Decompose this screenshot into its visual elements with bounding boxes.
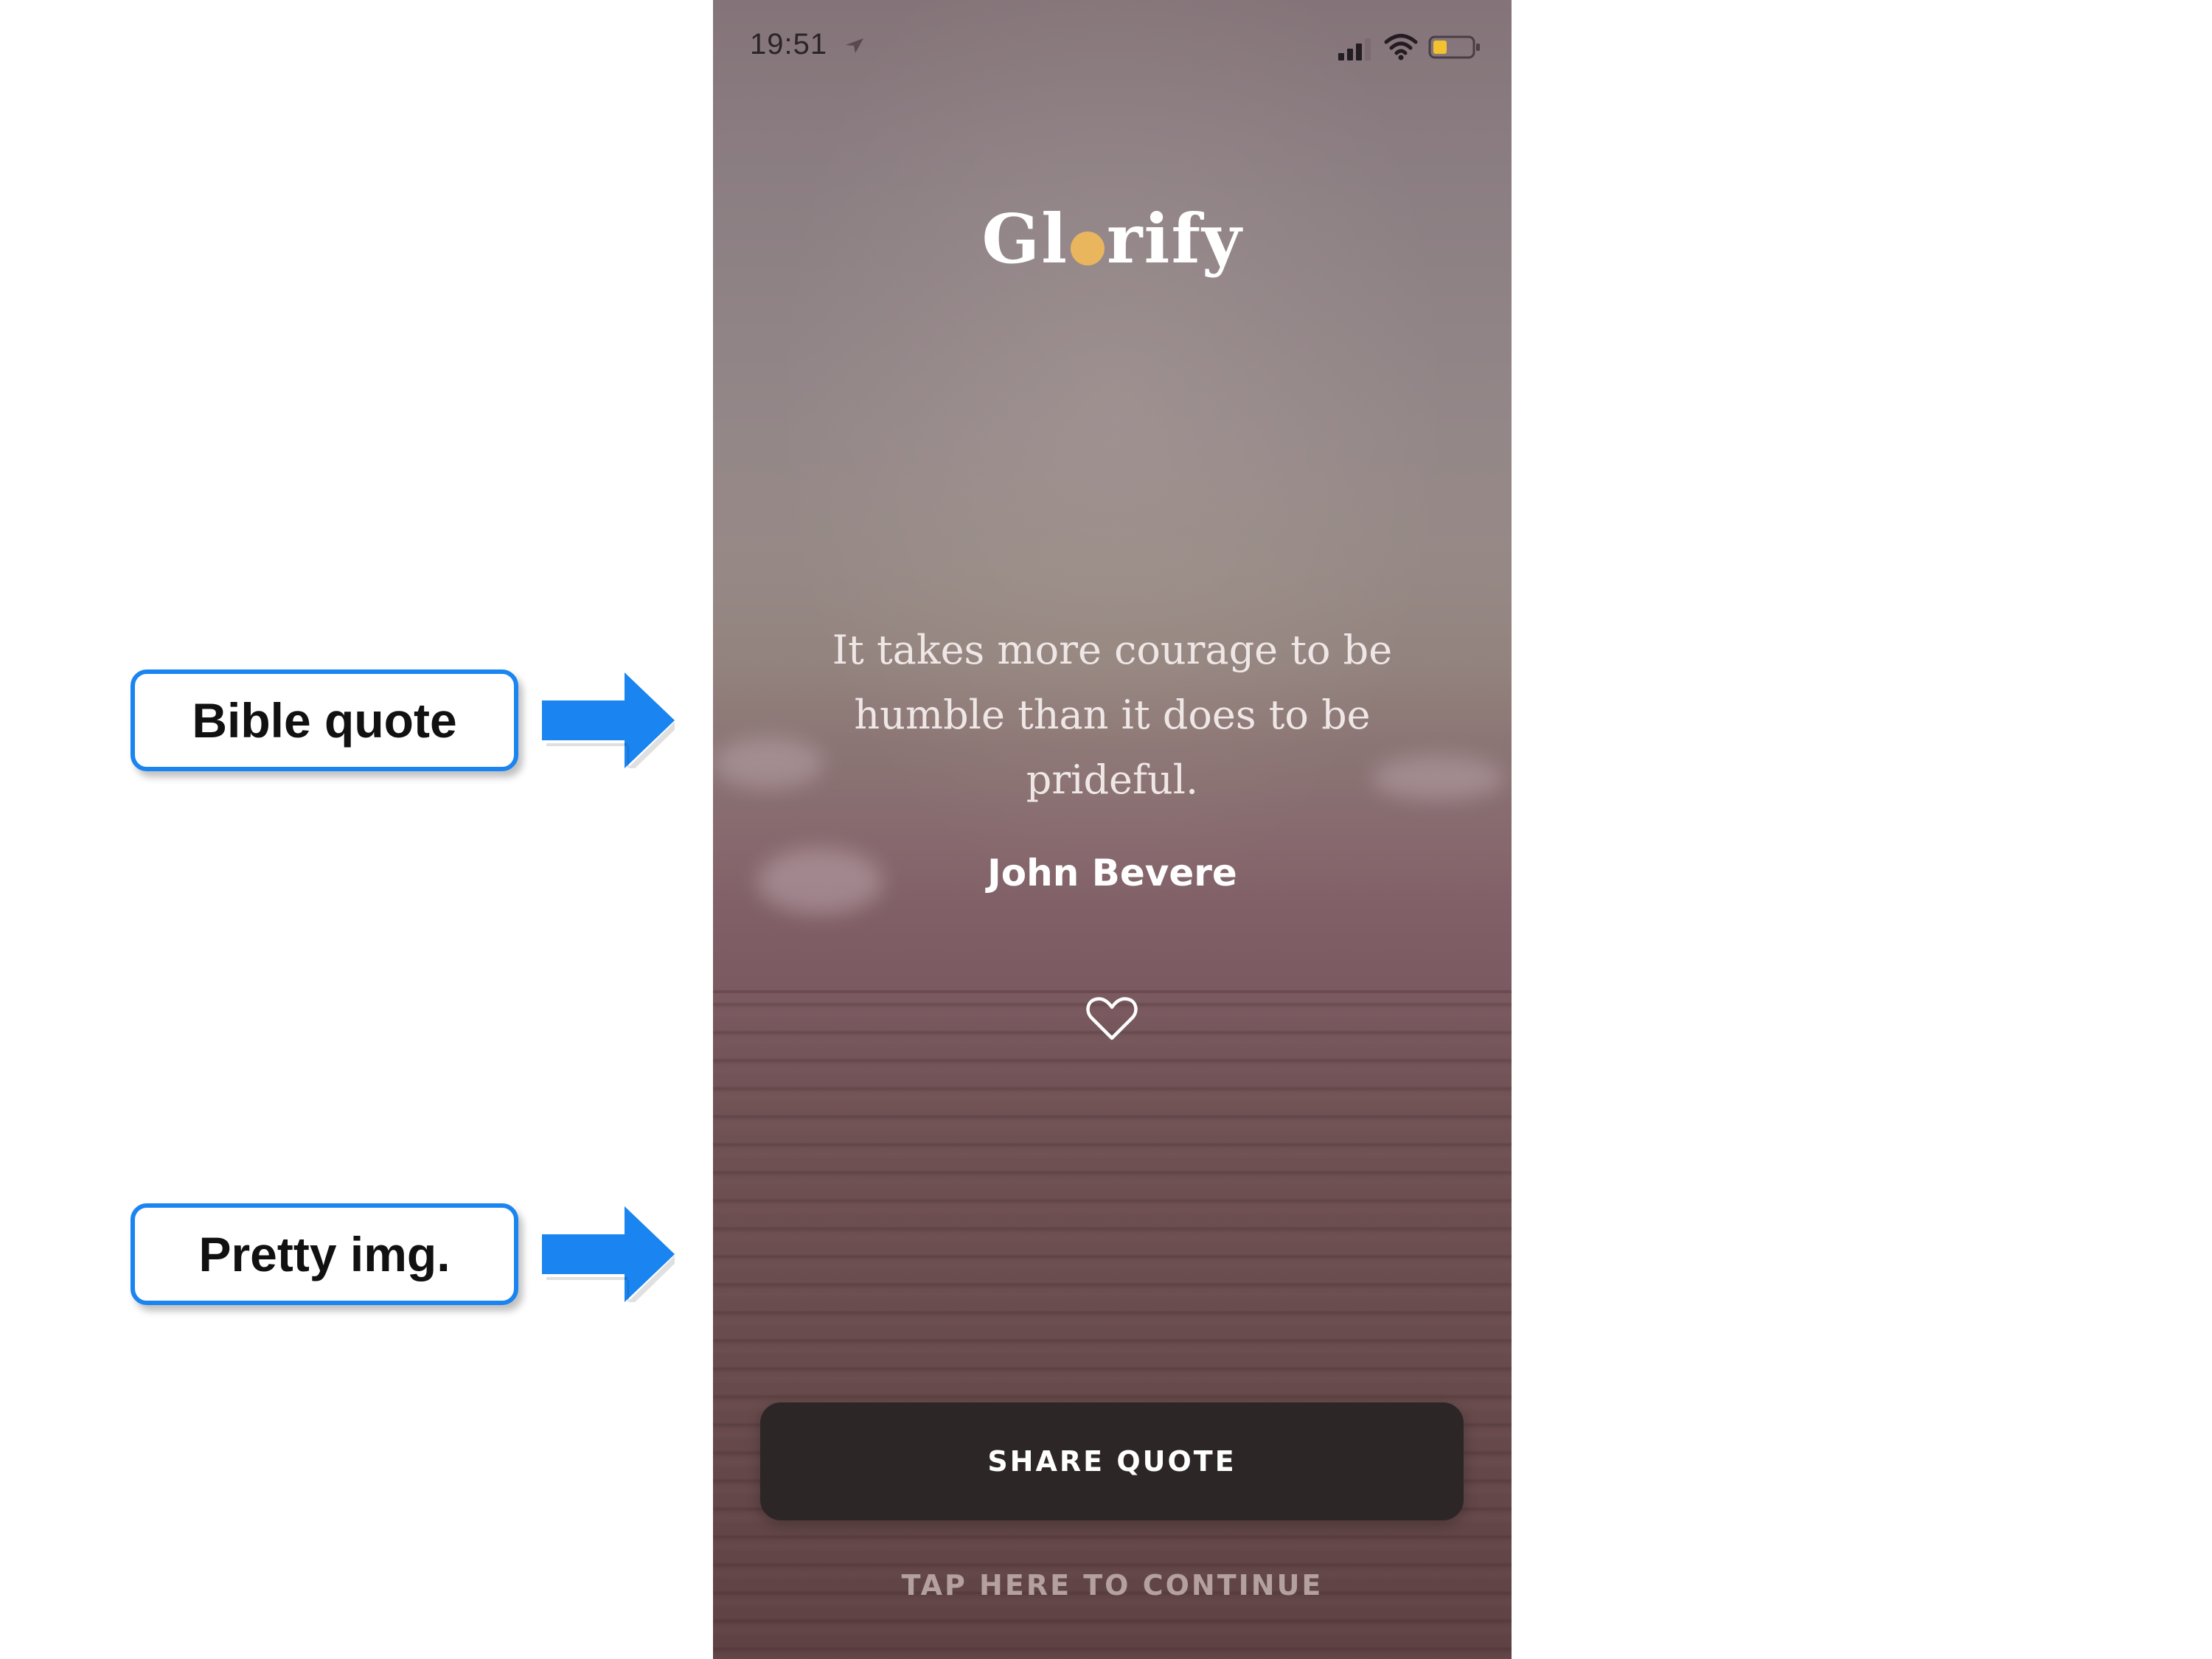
heart-outline-icon[interactable]	[1085, 995, 1138, 1043]
quote-author: John Bevere	[987, 852, 1237, 894]
status-time: 19:51	[750, 28, 828, 60]
logo-text-end: rify	[1107, 199, 1243, 279]
annotated-screenshot: Bible quote Pretty img. 19:51 Gl rify It…	[0, 0, 2212, 1659]
status-bar: 19:51	[713, 0, 1512, 96]
arrow-right-icon	[542, 672, 675, 768]
bible-quote-callout: Bible quote	[131, 669, 518, 771]
wifi-icon	[1384, 34, 1418, 60]
share-quote-button[interactable]: SHARE QUOTE	[760, 1402, 1464, 1520]
pretty-img-callout: Pretty img.	[131, 1203, 518, 1305]
battery-icon	[1428, 35, 1480, 59]
arrow-right-icon	[542, 1206, 675, 1302]
share-quote-label: SHARE QUOTE	[987, 1445, 1237, 1478]
logo-sun-dot-icon	[1071, 232, 1105, 265]
cellular-signal-icon	[1338, 38, 1371, 60]
logo-text-start: Gl	[981, 199, 1069, 279]
tap-to-continue-link[interactable]: TAP HERE TO CONTINUE	[713, 1569, 1512, 1601]
app-logo: Gl rify	[713, 199, 1512, 279]
phone-screen: 19:51 Gl rify It takes more courage to b…	[713, 0, 1512, 1659]
quote-text: It takes more courage to be humble than …	[832, 627, 1393, 803]
background-sea-image	[713, 992, 1512, 1659]
location-arrow-icon	[846, 38, 863, 53]
